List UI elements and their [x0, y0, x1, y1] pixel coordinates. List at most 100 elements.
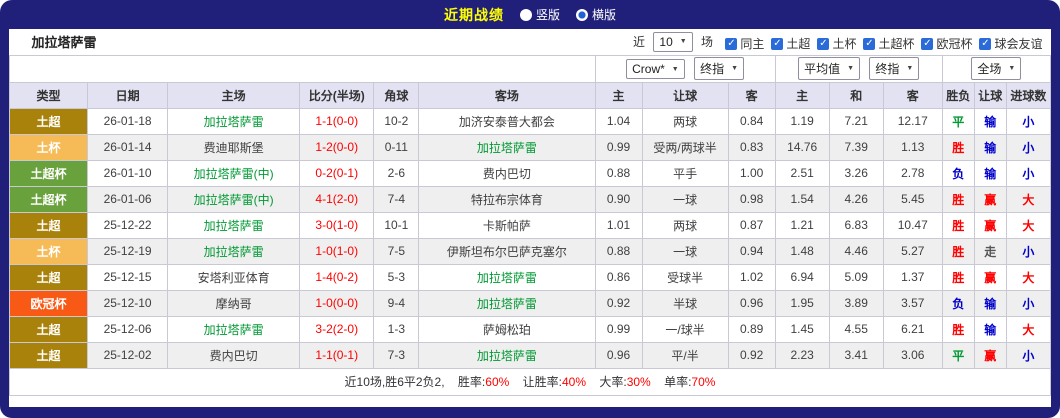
league-type-badge: 土杯: [8, 237, 89, 265]
content-area: 加拉塔萨雷 近 10 ▼ 场 ✓ 同主 ✓ 土超 ✓ 土杯 ✓ 土超杯 ✓ 欧冠杯 ✓ 球会友谊: [8, 29, 1052, 407]
league-type-badge: 土超: [8, 211, 89, 239]
league-type-badge: 欧冠杯: [8, 289, 89, 317]
odds-away: 0.98: [727, 185, 776, 213]
score: 0-2(0-1): [299, 159, 375, 187]
avg-draw: 4.46: [828, 237, 884, 265]
filter-checkbox-同主[interactable]: ✓ 同主: [725, 35, 764, 52]
away-team[interactable]: 加拉塔萨雷: [418, 341, 596, 369]
odds-home: 0.92: [594, 289, 643, 317]
home-team[interactable]: 安塔利亚体育: [167, 263, 301, 291]
league-type-badge: 土超杯: [8, 185, 89, 213]
away-team[interactable]: 加济安泰普大都会: [418, 107, 596, 135]
handicap-outcome: 走: [973, 237, 1007, 265]
odds-home: 0.90: [594, 185, 643, 213]
away-team[interactable]: 萨姆松珀: [418, 315, 596, 343]
match-row: 土超 26-01-18 加拉塔萨雷 1-1(0-0) 10-2 加济安泰普大都会 1.04 两…: [8, 107, 1052, 135]
handicap-line: 平/半: [641, 341, 729, 369]
radio-label-vertical: 竖版: [535, 8, 560, 22]
window-frame: 近期战绩 竖版 横版 加拉塔萨雷 近 10 ▼ 场 ✓ 同主 ✓ 土超 ✓ 土杯…: [0, 0, 1060, 418]
avg-home: 2.51: [774, 159, 830, 187]
average-stage-value: 终指: [875, 62, 900, 76]
checkbox-label: 同主: [740, 37, 765, 51]
checkbox-label: 土超杯: [878, 37, 915, 51]
result-outcome: 胜: [941, 211, 975, 239]
avg-home: 1.48: [774, 237, 830, 265]
corners: 10-2: [373, 107, 420, 135]
handicap-line: 半球: [641, 289, 729, 317]
odds-home: 0.99: [594, 315, 643, 343]
match-date: 25-12-15: [87, 263, 169, 291]
filter-checkbox-土超杯[interactable]: ✓ 土超杯: [863, 35, 914, 52]
away-team[interactable]: 加拉塔萨雷: [418, 289, 596, 317]
avg-away: 6.21: [882, 315, 943, 343]
match-row: 土超 25-12-22 加拉塔萨雷 3-0(1-0) 10-1 卡斯帕萨 1.01 两球 0.8…: [8, 211, 1052, 239]
checkbox-icon: ✓: [921, 37, 934, 50]
home-team[interactable]: 加拉塔萨雷: [167, 211, 301, 239]
home-team[interactable]: 费迪耶斯堡: [167, 133, 301, 161]
league-type-badge: 土超杯: [8, 159, 89, 187]
avg-draw: 7.39: [828, 133, 884, 161]
corners: 7-3: [373, 341, 420, 369]
win-rate-value: 60%: [485, 375, 510, 389]
filters-cell: 近 10 ▼ 场 ✓ 同主 ✓ 土超 ✓ 土杯 ✓ 土超杯 ✓ 欧冠杯 ✓ 球会友谊: [373, 29, 1051, 56]
layout-vertical-radio[interactable]: 竖版: [519, 6, 560, 23]
filter-checkbox-欧冠杯[interactable]: ✓ 欧冠杯: [921, 35, 972, 52]
goals-outcome: 小: [1005, 289, 1052, 317]
odds-away: 0.92: [727, 341, 776, 369]
avg-away: 5.27: [882, 237, 943, 265]
home-team[interactable]: 加拉塔萨雷: [167, 315, 301, 343]
match-row: 土超 25-12-15 安塔利亚体育 1-4(0-2) 5-3 加拉塔萨雷 0.86 受球半 1…: [8, 263, 1052, 291]
odds-away: 0.96: [727, 289, 776, 317]
home-team[interactable]: 费内巴切: [167, 341, 301, 369]
away-team[interactable]: 特拉布宗体育: [418, 185, 596, 213]
match-row: 土超杯 26-01-06 加拉塔萨雷(中) 4-1(2-0) 7-4 特拉布宗体育 0.90…: [8, 185, 1052, 213]
odds-home: 1.01: [594, 211, 643, 239]
filter-checkbox-土超[interactable]: ✓ 土超: [771, 35, 810, 52]
away-team[interactable]: 卡斯帕萨: [418, 211, 596, 239]
checkbox-label: 土超: [786, 37, 811, 51]
avg-away: 3.57: [882, 289, 943, 317]
checkbox-icon: ✓: [979, 37, 992, 50]
odds-away: 0.84: [727, 107, 776, 135]
dropdown-arrow-icon: ▼: [731, 65, 739, 72]
filter-checkbox-球会友谊[interactable]: ✓ 球会友谊: [979, 35, 1043, 52]
average-select[interactable]: 平均值 ▼: [798, 57, 861, 80]
home-team[interactable]: 加拉塔萨雷(中): [167, 159, 301, 187]
score: 1-2(0-0): [299, 133, 375, 161]
match-count-select[interactable]: 10 ▼: [653, 31, 693, 52]
results-table: 加拉塔萨雷 近 10 ▼ 场 ✓ 同主 ✓ 土超 ✓ 土杯 ✓ 土超杯 ✓ 欧冠杯 ✓ 球会友谊: [8, 29, 1052, 396]
avg-home: 1.54: [774, 185, 830, 213]
match-date: 26-01-14: [87, 133, 169, 161]
corners: 1-3: [373, 315, 420, 343]
odd-rate-value: 70%: [691, 375, 716, 389]
home-team[interactable]: 加拉塔萨雷: [167, 107, 301, 135]
home-team[interactable]: 加拉塔萨雷: [167, 237, 301, 265]
bookmaker-stage-select[interactable]: 终指 ▼: [694, 57, 745, 80]
result-outcome: 胜: [941, 185, 975, 213]
filter-checkbox-土杯[interactable]: ✓ 土杯: [817, 35, 856, 52]
match-date: 25-12-10: [87, 289, 169, 317]
away-team[interactable]: 加拉塔萨雷: [418, 263, 596, 291]
match-date: 26-01-18: [87, 107, 169, 135]
handicap-line: 两球: [641, 107, 729, 135]
handicap-rate-value: 40%: [561, 375, 587, 389]
layout-horizontal-radio[interactable]: 横版: [576, 6, 616, 23]
column-header: 角球: [373, 81, 420, 109]
scope-select[interactable]: 全场 ▼: [971, 57, 1022, 80]
home-team[interactable]: 加拉塔萨雷(中): [167, 185, 301, 213]
column-header: 类型: [8, 81, 89, 109]
match-date: 25-12-19: [87, 237, 169, 265]
away-team[interactable]: 费内巴切: [418, 159, 596, 187]
bookmaker-select[interactable]: Crow* ▼: [626, 59, 685, 79]
score: 4-1(2-0): [299, 185, 375, 213]
home-team[interactable]: 摩纳哥: [167, 289, 301, 317]
match-row: 土超 25-12-06 加拉塔萨雷 3-2(2-0) 1-3 萨姆松珀 0.99 一/球半 0.…: [8, 315, 1052, 343]
column-header: 主: [594, 81, 643, 109]
away-team[interactable]: 加拉塔萨雷: [418, 133, 596, 161]
corners: 2-6: [373, 159, 420, 187]
odds-home: 0.88: [594, 237, 643, 265]
average-stage-select[interactable]: 终指 ▼: [869, 57, 920, 80]
avg-draw: 5.09: [828, 263, 884, 291]
match-date: 25-12-22: [87, 211, 169, 239]
away-team[interactable]: 伊斯坦布尔巴萨克塞尔: [418, 237, 596, 265]
